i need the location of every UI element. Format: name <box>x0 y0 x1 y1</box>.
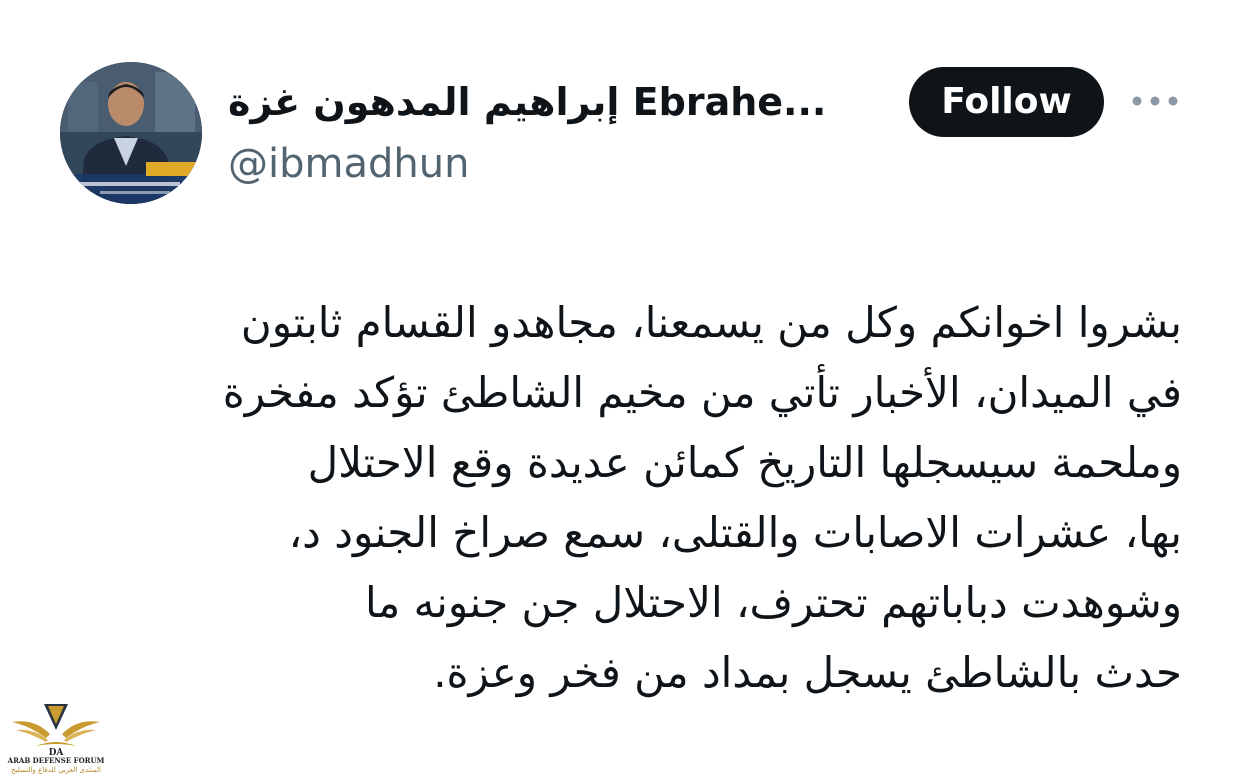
tweet-text: بشروا اخوانكم وكل من يسمعنا، مجاهدو القس… <box>60 288 1182 708</box>
display-name[interactable]: إبراهيم المدهون غزة Ebrahe... <box>228 72 868 132</box>
tweet-line: وملحمة سيسجلها التاريخ كمائن عديدة وقع ا… <box>307 438 1182 487</box>
logo-text: DA <box>49 748 65 756</box>
tweet-line: في الميدان، الأخبار تأتي من مخيم الشاطئ … <box>222 368 1182 417</box>
tweet-screenshot: إبراهيم المدهون غزة Ebrahe... @ibmadhun … <box>0 0 1242 778</box>
more-horizontal-icon[interactable] <box>1130 86 1180 116</box>
tweet-line: بشروا اخوانكم وكل من يسمعنا، مجاهدو القس… <box>240 298 1182 347</box>
follow-button[interactable]: Follow <box>909 67 1104 137</box>
user-handle[interactable]: @ibmadhun <box>228 136 469 192</box>
forum-logo-icon: DA <box>12 704 100 758</box>
profile-photo-icon <box>60 62 202 204</box>
watermark: DA ARAB DEFENSE FORUM المنتدى العربي للد… <box>6 700 106 776</box>
tweet-line: وشوهدت دباباتهم تحترف، الاحتلال جن جنونه… <box>364 578 1182 627</box>
avatar[interactable] <box>60 62 202 204</box>
tweet-line: بها، عشرات الاصابات والقتلى، سمع صراخ ال… <box>288 508 1182 557</box>
tweet-line: حدث بالشاطئ يسجل بمداد من فخر وعزة. <box>433 648 1182 697</box>
watermark-subtitle: المنتدى العربي للدفاع والتسليح <box>11 766 101 774</box>
watermark-title: ARAB DEFENSE FORUM <box>7 756 105 765</box>
